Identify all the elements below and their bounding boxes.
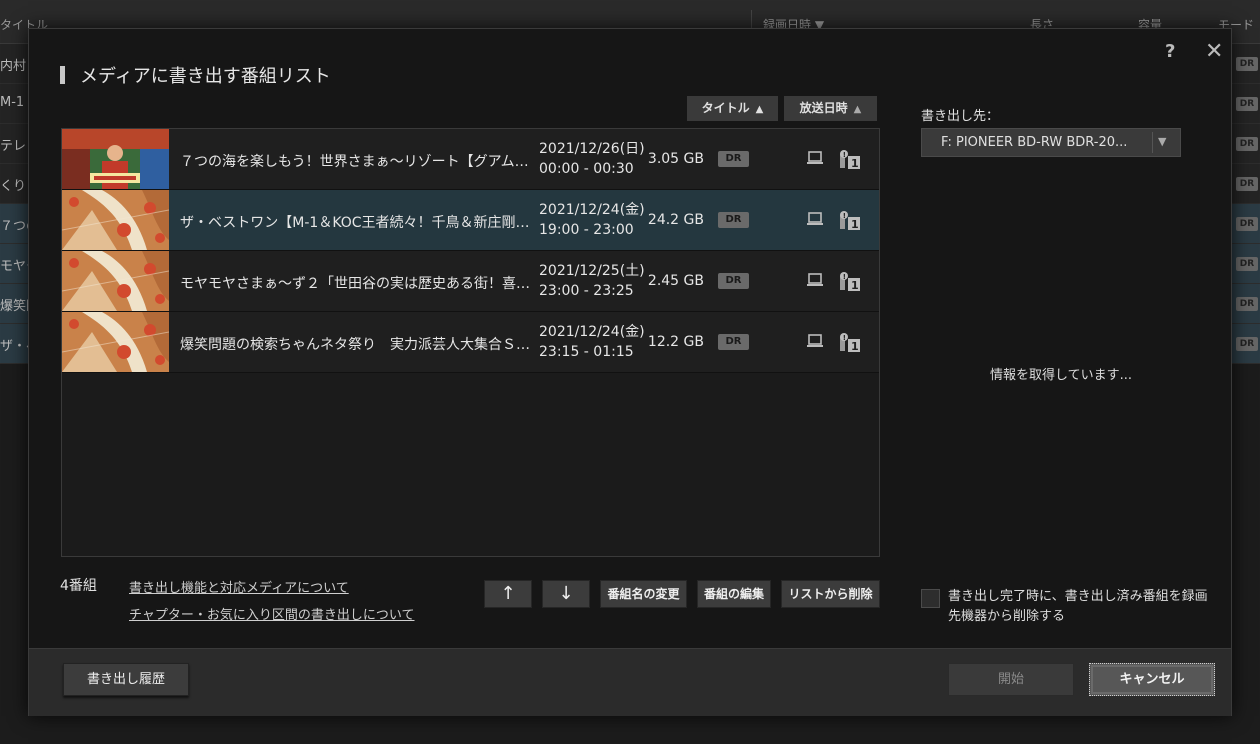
bg-row-mode-badge: DR [1236,177,1258,191]
select-divider [1152,132,1153,153]
program-size: 3.05 GB [647,151,704,167]
copy-count-icon: !1 [840,150,860,170]
copy-count-icon: !1 [840,333,860,353]
bg-row-mode-badge: DR [1236,257,1258,271]
copy-count: 1 [851,157,859,170]
thumbnail-placeholder-image [62,251,169,311]
program-mode-badge: DR [718,273,749,289]
laptop-icon [807,212,823,225]
svg-text:!: ! [843,334,846,342]
program-thumbnail [62,129,169,189]
destination-value: F: PIONEER BD-RW BDR-20... [941,135,1128,150]
bg-row-mode-badge: DR [1236,337,1258,351]
program-mode-badge: DR [718,151,749,167]
sort-date-label: 放送日時 [799,101,848,115]
sort-ascending-icon: ▲ [755,104,764,115]
program-title: 爆笑問題の検索ちゃんネタ祭り 実力派芸人大集合Ｓ… [180,337,530,353]
program-title: ザ・ベストワン【M-1＆KOC王者続々！千鳥＆新庄剛… [180,215,530,231]
move-down-button[interactable]: ↓ [542,580,590,608]
bg-row-mode-badge: DR [1236,57,1258,71]
export-history-button[interactable]: 書き出し履歴 [63,663,189,696]
program-size: 12.2 GB [647,334,704,350]
svg-text:!: ! [843,273,846,281]
bg-row-mode-badge: DR [1236,137,1258,151]
dialog-footer: 書き出し履歴 開始 キャンセル [29,648,1231,716]
title-accent-bar [60,66,65,84]
program-mode-badge: DR [718,212,749,228]
copy-count-icon: !1 [840,211,860,231]
edit-program-button[interactable]: 番組の編集 [697,580,771,608]
laptop-icon [807,151,823,164]
sort-title-label: タイトル [701,101,750,115]
bg-row-title: M-1 [0,95,25,110]
move-up-button[interactable]: ↑ [484,580,532,608]
laptop-icon [807,273,823,286]
start-button[interactable]: 開始 [948,663,1074,696]
copy-count: 1 [851,218,859,231]
program-list-item[interactable]: モヤモヤさまぁ～ず２「世田谷の実は歴史ある街！喜… 2021/12/25(土) 23… [62,251,879,312]
media-info-link[interactable]: 書き出し機能と対応メディアについて [129,577,349,596]
copy-count-icon: !1 [840,272,860,292]
remove-from-list-button[interactable]: リストから削除 [781,580,880,608]
rename-program-button[interactable]: 番組名の変更 [600,580,687,608]
delete-after-export-label: 書き出し完了時に、書き出し済み番組を録画先機器から削除する [948,589,1208,624]
program-list[interactable]: ７つの海を楽しもう！世界さまぁ～リゾート【グアム… 2021/12/26(日) 00… [61,128,880,557]
thumbnail-photo-image [62,129,169,189]
svg-text:!: ! [843,151,846,159]
program-thumbnail [62,312,169,372]
program-count: 4番組 [60,578,97,594]
thumbnail-placeholder-image [62,312,169,372]
cancel-button[interactable]: キャンセル [1089,663,1215,696]
program-size: 2.45 GB [647,273,704,289]
copy-count: 1 [851,340,859,353]
loading-status: 情報を取得しています... [990,368,1133,383]
program-thumbnail [62,190,169,250]
program-title: ７つの海を楽しもう！世界さまぁ～リゾート【グアム… [180,154,529,170]
help-icon[interactable]: ? [1165,41,1175,62]
program-title: モヤモヤさまぁ～ず２「世田谷の実は歴史ある街！喜… [180,276,530,292]
program-list-item[interactable]: 爆笑問題の検索ちゃんネタ祭り 実力派芸人大集合Ｓ… 2021/12/24(金) 23… [62,312,879,373]
dropdown-caret-icon[interactable]: ▼ [1158,135,1166,148]
delete-after-export-checkbox[interactable] [921,589,940,608]
program-mode-badge: DR [718,334,749,350]
dialog-title: メディアに書き出す番組リスト [80,66,331,87]
program-size: 24.2 GB [647,212,704,228]
destination-label: 書き出し先： [921,109,1000,124]
bg-row-mode-badge: DR [1236,297,1258,311]
bg-row-mode-badge: DR [1236,217,1258,231]
thumbnail-placeholder-image [62,190,169,250]
laptop-icon [807,334,823,347]
copy-count: 1 [851,279,859,292]
destination-select[interactable]: F: PIONEER BD-RW BDR-20... ▼ [921,128,1181,157]
export-dialog: メディアに書き出す番組リスト ? ✕ タイトル ▲ 放送日時 ▲ ７つの海を楽しもう… [28,28,1232,716]
svg-text:!: ! [843,212,846,220]
sort-by-date-button[interactable]: 放送日時 ▲ [784,96,877,121]
program-thumbnail [62,251,169,311]
chapter-info-link[interactable]: チャプター・お気に入り区間の書き出しについて [129,604,414,623]
sort-by-title-button[interactable]: タイトル ▲ [687,96,778,121]
program-list-item[interactable]: ７つの海を楽しもう！世界さまぁ～リゾート【グアム… 2021/12/26(日) 00… [62,129,879,190]
program-list-item[interactable]: ザ・ベストワン【M-1＆KOC王者続々！千鳥＆新庄剛… 2021/12/24(金)… [62,190,879,251]
close-icon[interactable]: ✕ [1205,39,1223,64]
sort-ascending-icon: ▲ [853,104,862,115]
bg-row-mode-badge: DR [1236,97,1258,111]
